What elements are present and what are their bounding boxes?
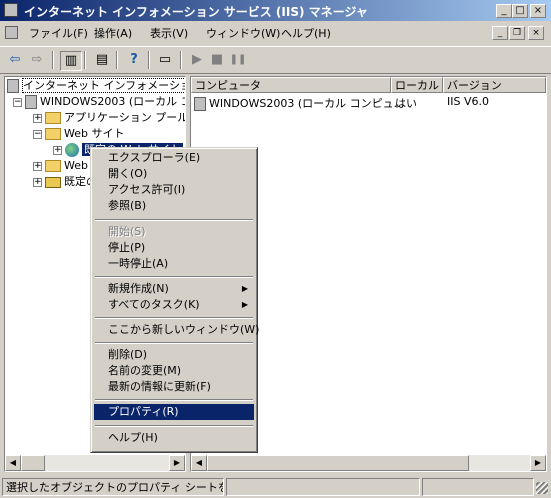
tree-app-pools-label: アプリケーション プール bbox=[64, 111, 186, 124]
expand-expander[interactable]: + bbox=[33, 162, 42, 171]
ctx-rename[interactable]: 名前の変更(M) bbox=[94, 363, 254, 379]
mdi-restore-button[interactable]: ❐ bbox=[509, 26, 525, 40]
scroll-right-icon[interactable]: ▶ bbox=[169, 455, 185, 471]
ctx-all-tasks[interactable]: すべてのタスク(K) ▶ bbox=[94, 297, 254, 313]
ctx-refresh[interactable]: 最新の情報に更新(F) bbox=[94, 379, 254, 395]
ctx-pause[interactable]: 一時停止(A) bbox=[94, 256, 254, 272]
folder-icon bbox=[45, 160, 61, 172]
pause-icon[interactable]: ❚❚ bbox=[228, 51, 248, 69]
toolbar: ⇦ ⇨ ▥ ▤ ? ▭ ▶ ■ ❚❚ bbox=[0, 46, 551, 74]
expand-expander[interactable]: + bbox=[53, 146, 62, 155]
help-icon[interactable]: ? bbox=[124, 51, 144, 69]
menu-separator bbox=[95, 276, 253, 278]
tree-root-label: インターネット インフォメーション サービス bbox=[22, 78, 185, 93]
tree-hscrollbar[interactable]: ◀ ▶ bbox=[5, 455, 185, 471]
ctx-help[interactable]: ヘルプ(H) bbox=[94, 430, 254, 446]
status-bar: 選択したオブジェクトのプロパティ シートを開きます。 bbox=[0, 476, 551, 498]
scroll-thumb[interactable] bbox=[21, 455, 45, 471]
folder-icon bbox=[45, 128, 61, 140]
ctx-permissions[interactable]: アクセス許可(I) bbox=[94, 182, 254, 198]
column-header-local[interactable]: ローカル bbox=[391, 77, 443, 93]
ctx-new-window[interactable]: ここから新しいウィンドウ(W) bbox=[94, 322, 259, 338]
row-version: IIS V6.0 bbox=[447, 95, 489, 108]
maximize-button[interactable]: □ bbox=[512, 4, 528, 18]
minimize-button[interactable]: _ bbox=[496, 4, 512, 18]
ctx-open[interactable]: 開く(O) bbox=[94, 166, 254, 182]
menu-view[interactable]: 表示(V) bbox=[150, 25, 188, 41]
submenu-arrow-icon: ▶ bbox=[241, 284, 248, 293]
title-bar[interactable]: インターネット インフォメーション サービス (IIS) マネージャ _ □ × bbox=[0, 0, 551, 21]
mmc-doc-icon[interactable] bbox=[5, 26, 18, 39]
menu-window[interactable]: ウィンドウ(W) bbox=[206, 25, 280, 41]
ctx-properties[interactable]: プロパティ(R) bbox=[94, 404, 254, 420]
toolbar-separator bbox=[148, 51, 150, 69]
column-header-version[interactable]: バージョン bbox=[443, 77, 546, 93]
toolbar-separator bbox=[116, 51, 118, 69]
toolbar-separator bbox=[52, 51, 54, 69]
mdi-close-button[interactable]: × bbox=[528, 26, 544, 40]
toolbar-separator bbox=[180, 51, 182, 69]
scroll-left-icon[interactable]: ◀ bbox=[191, 455, 207, 471]
menu-help[interactable]: ヘルプ(H) bbox=[281, 25, 331, 41]
tree-web-sites[interactable]: Web サイト bbox=[45, 126, 124, 142]
computer-icon[interactable]: ▭ bbox=[155, 51, 175, 69]
ctx-browse[interactable]: 参照(B) bbox=[94, 198, 254, 214]
expand-expander[interactable]: + bbox=[33, 114, 42, 123]
menu-separator bbox=[95, 425, 253, 427]
tree-web-sites-label: Web サイト bbox=[64, 127, 125, 140]
tree-server[interactable]: WINDOWS2003 (ローカル コンピュータ) bbox=[25, 94, 185, 110]
ctx-start[interactable]: 開始(S) bbox=[94, 224, 254, 240]
menu-action[interactable]: 操作(A) bbox=[94, 25, 132, 41]
expand-expander[interactable]: + bbox=[33, 178, 42, 187]
export-list-icon[interactable]: ▤ bbox=[92, 51, 112, 69]
submenu-arrow-icon: ▶ bbox=[241, 300, 248, 309]
collapse-expander[interactable]: − bbox=[13, 98, 22, 107]
app-icon[interactable] bbox=[4, 3, 18, 17]
ctx-new-label: 新規作成(N) bbox=[108, 282, 169, 295]
list-hscrollbar[interactable]: ◀ ▶ bbox=[191, 455, 546, 471]
play-icon[interactable]: ▶ bbox=[187, 51, 207, 69]
close-button[interactable]: × bbox=[530, 4, 546, 18]
status-text: 選択したオブジェクトのプロパティ シートを開きます。 bbox=[2, 478, 224, 496]
iis-icon bbox=[7, 79, 19, 93]
menu-separator bbox=[95, 317, 253, 319]
row-local: はい bbox=[395, 97, 417, 110]
row-computer: WINDOWS2003 (ローカル コンピュ... bbox=[209, 97, 405, 110]
ctx-all-tasks-label: すべてのタスク(K) bbox=[108, 298, 200, 311]
menu-separator bbox=[95, 399, 253, 401]
scroll-left-icon[interactable]: ◀ bbox=[5, 455, 21, 471]
window-title: インターネット インフォメーション サービス (IIS) マネージャ bbox=[24, 5, 368, 19]
show-hide-tree-icon[interactable]: ▥ bbox=[60, 51, 82, 71]
tree-server-label: WINDOWS2003 (ローカル コンピュータ) bbox=[40, 95, 185, 108]
context-menu: エクスプローラ(E) 開く(O) アクセス許可(I) 参照(B) 開始(S) 停… bbox=[90, 147, 259, 453]
status-panel-2 bbox=[226, 478, 420, 496]
status-panel-3 bbox=[422, 478, 534, 496]
size-grip-icon[interactable] bbox=[536, 482, 548, 494]
back-icon[interactable]: ⇦ bbox=[5, 51, 25, 69]
menu-file[interactable]: ファイル(F) bbox=[29, 25, 88, 41]
forward-icon[interactable]: ⇨ bbox=[27, 51, 47, 69]
scroll-thumb[interactable] bbox=[207, 455, 469, 471]
toolbar-separator bbox=[84, 51, 86, 69]
tree-app-pools[interactable]: アプリケーション プール bbox=[45, 110, 186, 126]
menu-bar: ファイル(F) 操作(A) 表示(V) ウィンドウ(W) ヘルプ(H) _ ❐ … bbox=[0, 22, 551, 44]
column-header-computer[interactable]: コンピュータ bbox=[191, 77, 391, 93]
ctx-explorer[interactable]: エクスプローラ(E) bbox=[94, 150, 254, 166]
server-icon bbox=[25, 95, 37, 109]
ctx-delete[interactable]: 削除(D) bbox=[94, 347, 254, 363]
stop-icon[interactable]: ■ bbox=[207, 51, 227, 69]
menu-separator bbox=[95, 342, 253, 344]
ctx-new[interactable]: 新規作成(N) ▶ bbox=[94, 281, 254, 297]
ctx-stop[interactable]: 停止(P) bbox=[94, 240, 254, 256]
folder-icon bbox=[45, 112, 61, 124]
table-row[interactable]: WINDOWS2003 (ローカル コンピュ... bbox=[194, 95, 404, 111]
tree-root[interactable]: インターネット インフォメーション サービス bbox=[7, 78, 185, 94]
collapse-expander[interactable]: − bbox=[33, 130, 42, 139]
scroll-right-icon[interactable]: ▶ bbox=[530, 455, 546, 471]
server-icon bbox=[194, 97, 206, 111]
menu-separator bbox=[95, 219, 253, 221]
mdi-minimize-button[interactable]: _ bbox=[492, 26, 508, 40]
smtp-icon bbox=[45, 176, 61, 188]
globe-icon bbox=[65, 143, 79, 157]
